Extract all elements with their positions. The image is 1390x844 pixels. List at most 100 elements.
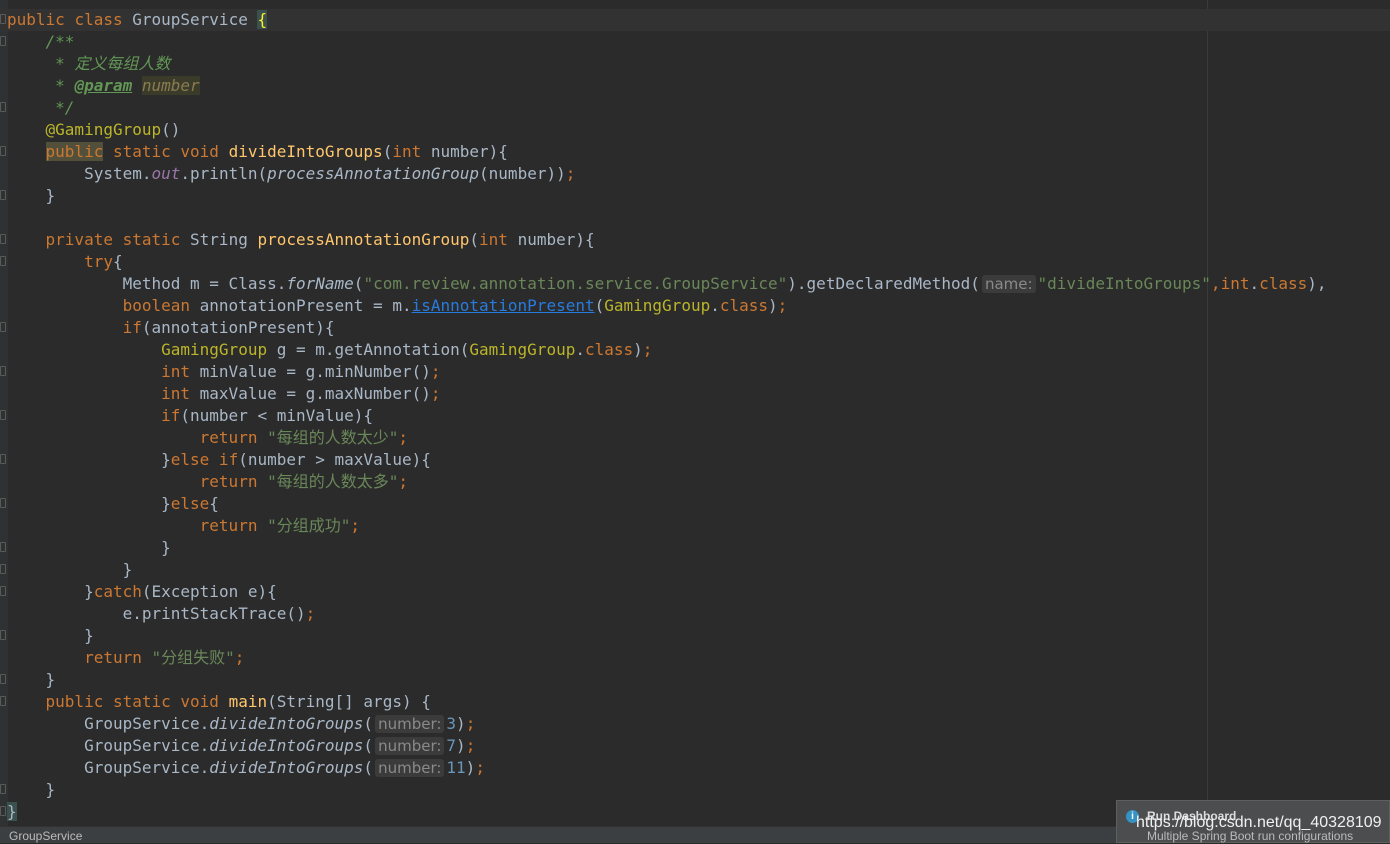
fold-marker-icon[interactable] [0, 190, 6, 200]
code-line[interactable]: }else if(number > maxValue){ [0, 449, 1390, 471]
code-token: if [7, 406, 181, 425]
code-line[interactable]: @GamingGroup() [0, 119, 1390, 141]
code-token: ).getDeclaredMethod( [787, 274, 980, 293]
code-line[interactable]: int minValue = g.minNumber(); [0, 361, 1390, 383]
code-line-text: }else if(number > maxValue){ [7, 449, 431, 471]
code-token: ( [363, 758, 374, 777]
code-line-text: GroupService.divideIntoGroups(number: 11)… [7, 757, 485, 779]
code-line-text: }else{ [7, 493, 219, 515]
code-line[interactable]: return "分组失败"; [0, 647, 1390, 669]
code-line[interactable]: * 定义每组人数 [0, 53, 1390, 75]
code-line[interactable]: boolean annotationPresent = m.isAnnotati… [0, 295, 1390, 317]
code-lines[interactable]: public class GroupService { /** * 定义每组人数… [0, 9, 1390, 823]
code-line[interactable]: /** [0, 31, 1390, 53]
code-token: ; [305, 604, 316, 623]
code-token: int [7, 362, 200, 381]
code-line[interactable]: System.out.println(processAnnotationGrou… [0, 163, 1390, 185]
code-line-text: e.printStackTrace(); [7, 603, 316, 625]
fold-marker-icon[interactable] [0, 454, 6, 464]
code-line[interactable]: return "每组的人数太少"; [0, 427, 1390, 449]
code-line[interactable]: GroupService.divideIntoGroups(number: 3); [0, 713, 1390, 735]
code-token: (Exception e){ [141, 582, 277, 601]
code-line[interactable]: private static String processAnnotationG… [0, 229, 1390, 251]
code-line[interactable]: } [0, 625, 1390, 647]
fold-marker-icon[interactable] [0, 322, 6, 332]
code-line[interactable]: GamingGroup g = m.getAnnotation(GamingGr… [0, 339, 1390, 361]
fold-marker-icon[interactable] [0, 410, 6, 420]
fold-marker-icon[interactable] [0, 806, 6, 816]
code-token: */ [7, 98, 75, 117]
fold-marker-icon[interactable] [0, 564, 6, 574]
fold-marker-icon[interactable] [0, 696, 6, 706]
fold-marker-icon[interactable] [0, 586, 6, 596]
code-token: "divideIntoGroups" [1037, 274, 1211, 293]
code-token: divideIntoGroups [209, 714, 364, 733]
fold-marker-icon[interactable] [0, 498, 6, 508]
code-token: ; [398, 428, 409, 447]
code-line[interactable]: } [0, 669, 1390, 691]
code-line[interactable]: if(number < minValue){ [0, 405, 1390, 427]
code-token: public static void [7, 692, 229, 711]
code-token: } [7, 494, 171, 513]
code-line[interactable]: }else{ [0, 493, 1390, 515]
code-line-text: } [7, 801, 17, 823]
fold-marker-icon[interactable] [0, 234, 6, 244]
code-token: .println( [180, 164, 268, 183]
code-editor[interactable]: public class GroupService { /** * 定义每组人数… [0, 0, 1390, 826]
breadcrumb-file[interactable]: GroupService [9, 828, 82, 844]
fold-marker-icon[interactable] [0, 674, 6, 684]
fold-marker-icon[interactable] [0, 542, 6, 552]
fold-marker-icon[interactable] [0, 366, 6, 376]
fold-marker-icon[interactable] [0, 102, 6, 112]
code-line-text: GroupService.divideIntoGroups(number: 7); [7, 735, 475, 757]
code-token: } [7, 802, 17, 821]
code-line[interactable]: return "每组的人数太多"; [0, 471, 1390, 493]
code-line[interactable]: public class GroupService { [0, 9, 1390, 31]
code-line[interactable]: } [0, 185, 1390, 207]
code-line[interactable]: public static void main(String[] args) { [0, 691, 1390, 713]
code-line[interactable]: } [0, 779, 1390, 801]
fold-marker-icon[interactable] [0, 36, 6, 46]
code-token: ) [456, 714, 466, 733]
code-token: "每组的人数太多" [267, 472, 399, 491]
code-line-text: * 定义每组人数 [7, 53, 170, 75]
code-token: return [7, 516, 268, 535]
code-line-text: */ [7, 97, 74, 119]
code-line-text: try{ [7, 251, 123, 273]
fold-marker-icon[interactable] [0, 146, 6, 156]
code-token: else if [170, 450, 239, 469]
fold-marker-icon[interactable] [0, 14, 6, 24]
code-line[interactable]: public static void divideIntoGroups(int … [0, 141, 1390, 163]
code-line[interactable]: try{ [0, 251, 1390, 273]
code-token: ; [465, 714, 476, 733]
code-line[interactable]: return "分组成功"; [0, 515, 1390, 537]
code-token: ; [234, 648, 245, 667]
code-token: 11 [446, 758, 466, 777]
code-token: . [710, 296, 720, 315]
code-token: class [1259, 274, 1308, 293]
code-token: ( [353, 274, 364, 293]
code-line[interactable]: GroupService.divideIntoGroups(number: 11)… [0, 757, 1390, 779]
code-line[interactable]: } [0, 559, 1390, 581]
fold-marker-icon[interactable] [0, 256, 6, 266]
code-line[interactable]: if(annotationPresent){ [0, 317, 1390, 339]
code-token: ) [456, 736, 466, 755]
fold-marker-icon[interactable] [0, 784, 6, 794]
code-line[interactable]: }catch(Exception e){ [0, 581, 1390, 603]
code-line[interactable]: e.printStackTrace(); [0, 603, 1390, 625]
code-token: divideIntoGroups [209, 736, 364, 755]
code-line[interactable]: */ [0, 97, 1390, 119]
code-token: ; [350, 516, 361, 535]
code-line[interactable] [0, 207, 1390, 229]
parameter-hint: number: [375, 715, 445, 733]
code-token: ) [465, 758, 476, 777]
code-line[interactable]: } [0, 537, 1390, 559]
code-line[interactable]: GroupService.divideIntoGroups(number: 7); [0, 735, 1390, 757]
code-line-text: if(number < minValue){ [7, 405, 373, 427]
code-line[interactable]: int maxValue = g.maxNumber(); [0, 383, 1390, 405]
code-line[interactable]: Method m = Class.forName("com.review.ann… [0, 273, 1390, 295]
code-line[interactable]: * @param number [0, 75, 1390, 97]
fold-marker-icon[interactable] [0, 630, 6, 640]
code-token: g = m.getAnnotation( [276, 340, 470, 359]
